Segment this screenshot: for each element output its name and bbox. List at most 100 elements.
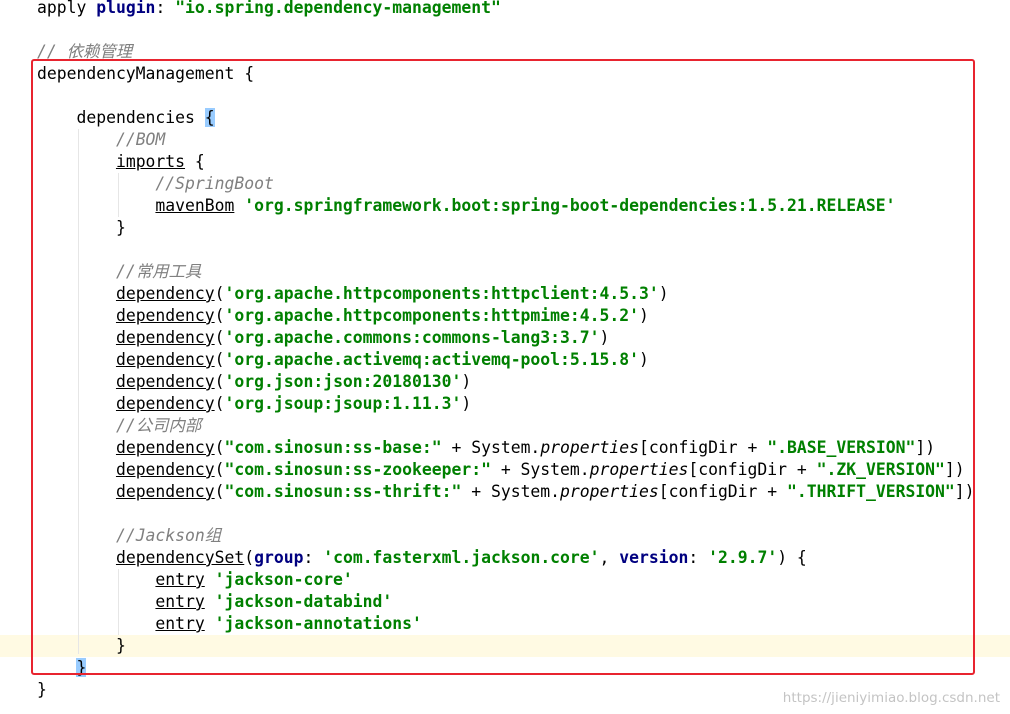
code-token: //BOM <box>115 130 166 149</box>
code-token: plugin <box>96 0 156 17</box>
code-line[interactable]: } <box>0 657 1010 679</box>
code-token: dependency <box>115 394 215 413</box>
code-token: "com.sinosun:ss-base:" <box>224 438 442 457</box>
code-token: ( <box>214 284 225 303</box>
code-token: } <box>115 218 126 237</box>
code-line[interactable] <box>0 239 1010 261</box>
code-token: : <box>303 548 324 567</box>
code-line[interactable]: dependency("com.sinosun:ss-thrift:" + Sy… <box>0 481 1010 503</box>
code-line[interactable]: apply plugin: "io.spring.dependency-mana… <box>0 0 1010 19</box>
code-line[interactable]: dependency("com.sinosun:ss-base:" + Syst… <box>0 437 1010 459</box>
watermark: https://jieniyimiao.blog.csdn.net <box>782 690 1000 706</box>
code-token: dependency <box>115 438 215 457</box>
code-token: } <box>37 680 47 699</box>
code-token: dependency <box>115 328 215 347</box>
code-line[interactable]: } <box>0 217 1010 239</box>
code-line[interactable]: //常用工具 <box>0 261 1010 283</box>
code-line[interactable]: //SpringBoot <box>0 173 1010 195</box>
code-token: ]) <box>944 460 965 479</box>
code-line[interactable]: dependency('org.apache.commons:commons-l… <box>0 327 1010 349</box>
code-token: 'org.apache.activemq:activemq-pool:5.15.… <box>224 350 639 369</box>
code-token: dependency <box>115 306 215 325</box>
code-line[interactable]: //公司内部 <box>0 415 1010 437</box>
code-line[interactable]: dependencyManagement { <box>0 63 1010 85</box>
code-token: 'org.apache.httpcomponents:httpclient:4.… <box>224 284 659 303</box>
code-token: { <box>185 152 205 171</box>
code-token: 'jackson-databind' <box>214 592 393 611</box>
code-token: ".ZK_VERSION" <box>816 460 945 479</box>
code-token: + System. <box>490 460 590 479</box>
code-token: dependency <box>115 350 215 369</box>
code-line[interactable]: dependencySet(group: 'com.fasterxml.jack… <box>0 547 1010 569</box>
code-line[interactable]: mavenBom 'org.springframework.boot:sprin… <box>0 195 1010 217</box>
code-token: //公司内部 <box>115 416 202 435</box>
code-token: properties <box>540 438 639 457</box>
code-editor[interactable]: apply plugin: "io.spring.dependency-mana… <box>0 0 1010 714</box>
code-token: ) { <box>777 548 807 567</box>
code-token: : <box>155 0 176 17</box>
code-token: //Jackson组 <box>115 526 222 545</box>
code-token: + System. <box>461 482 561 501</box>
code-line[interactable]: } <box>0 635 1010 657</box>
code-line[interactable]: dependencies { <box>0 107 1010 129</box>
code-line[interactable]: entry 'jackson-databind' <box>0 591 1010 613</box>
code-line[interactable]: dependency('org.apache.activemq:activemq… <box>0 349 1010 371</box>
code-line[interactable]: dependency("com.sinosun:ss-zookeeper:" +… <box>0 459 1010 481</box>
code-token: } <box>115 636 126 655</box>
code-token: properties <box>589 460 689 479</box>
code-token: entry <box>155 570 205 589</box>
indent-guide <box>118 173 119 217</box>
code-token: ".BASE_VERSION" <box>767 438 916 457</box>
code-line[interactable]: dependency('org.json:json:20180130') <box>0 371 1010 393</box>
code-line[interactable]: imports { <box>0 151 1010 173</box>
code-token: 'jackson-core' <box>214 570 353 589</box>
code-line[interactable] <box>0 85 1010 107</box>
code-token: "com.sinosun:ss-thrift:" <box>224 482 462 501</box>
code-token: ( <box>214 372 225 391</box>
code-line[interactable] <box>0 503 1010 525</box>
code-token: [configDir + <box>639 438 768 457</box>
code-line[interactable]: //BOM <box>0 129 1010 151</box>
code-token: dependency <box>115 372 215 391</box>
code-line[interactable]: dependency('org.jsoup:jsoup:1.11.3') <box>0 393 1010 415</box>
code-line[interactable]: // 依赖管理 <box>0 41 1010 63</box>
code-line[interactable]: entry 'jackson-annotations' <box>0 613 1010 635</box>
code-token: 'com.fasterxml.jackson.core' <box>323 548 600 567</box>
code-token: dependencyManagement { <box>37 64 255 83</box>
code-token: ( <box>214 460 225 479</box>
code-line[interactable] <box>0 19 1010 41</box>
code-token: properties <box>560 482 659 501</box>
code-line[interactable]: dependency('org.apache.httpcomponents:ht… <box>0 283 1010 305</box>
code-line[interactable]: dependency('org.apache.httpcomponents:ht… <box>0 305 1010 327</box>
code-token: ) <box>638 306 649 325</box>
code-line[interactable]: //Jackson组 <box>0 525 1010 547</box>
code-token: entry <box>155 614 205 633</box>
code-token: , <box>599 548 620 567</box>
code-token: 'org.apache.commons:commons-lang3:3.7' <box>224 328 600 347</box>
code-token: group <box>254 548 304 567</box>
code-line[interactable]: entry 'jackson-core' <box>0 569 1010 591</box>
code-token: [configDir + <box>658 482 788 501</box>
code-token: imports <box>115 152 186 171</box>
code-token: entry <box>155 592 205 611</box>
code-token: //SpringBoot <box>155 174 274 193</box>
code-token: + System. <box>441 438 541 457</box>
